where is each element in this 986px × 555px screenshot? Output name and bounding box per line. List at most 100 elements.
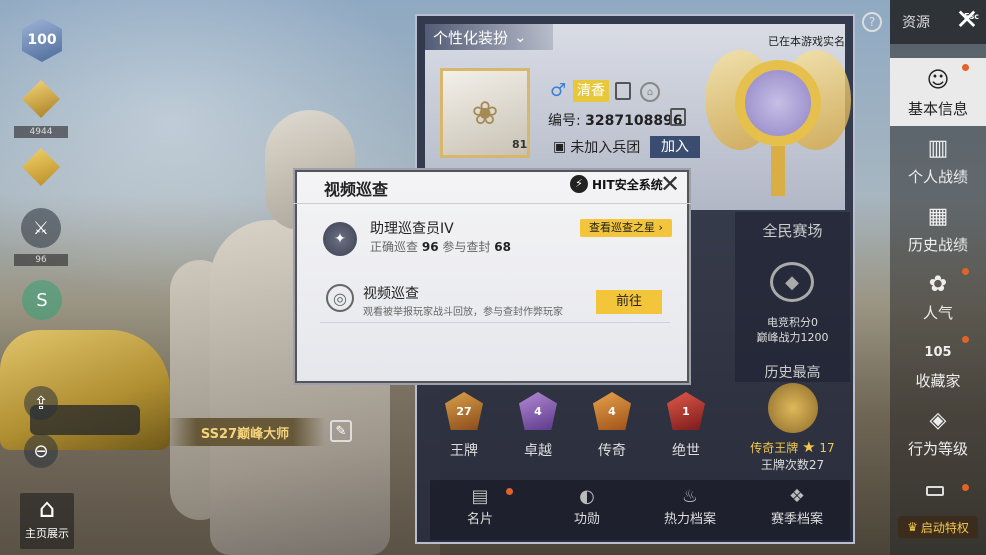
notification-dot	[962, 484, 969, 491]
patrol-rank-title: 助理巡查员IV	[370, 221, 454, 237]
flame-icon: ♨	[681, 486, 699, 507]
edit-icon: ✎	[335, 423, 347, 439]
id-card-icon: ▤	[471, 486, 489, 507]
sidebar-item-basic-info[interactable]: ☺ 基本信息	[890, 58, 986, 126]
notification-dot	[962, 336, 969, 343]
s-shield-icon: S	[36, 289, 48, 311]
crown-icon: ♛	[907, 520, 918, 534]
weapon-level: 96	[14, 254, 68, 266]
mode-title[interactable]: 全民赛场	[735, 220, 850, 241]
sidebar-item-personal-record[interactable]: ▥ 个人战绩	[890, 126, 986, 194]
esports-score: 电竞积分0	[767, 316, 818, 329]
tier-excellent[interactable]: 4 卓越	[508, 392, 568, 460]
tier-excellent-label: 卓越	[524, 443, 552, 459]
tier-ace-label: 王牌	[450, 443, 478, 459]
tab-season-archive[interactable]: ❖ 赛季档案	[747, 486, 847, 527]
title-plate[interactable]: SS27巅峰大师	[165, 418, 325, 446]
dialog-divider	[320, 322, 670, 323]
target-icon: ◎	[326, 284, 354, 312]
mode-score: 电竞积分0 巅峰战力1200	[735, 315, 850, 345]
launch-privilege-label: 启动特权	[920, 520, 969, 535]
squad-row: ▣ 未加入兵团	[553, 137, 640, 157]
ban-label: 参与查封	[442, 240, 491, 254]
card-icon[interactable]	[926, 486, 944, 496]
rank-badge-gold[interactable]	[18, 76, 64, 122]
dialog-close-button[interactable]: ✕	[660, 172, 680, 196]
season-emblem	[705, 40, 851, 215]
share-button[interactable]: ⇪	[24, 386, 58, 420]
copy-id-icon[interactable]	[670, 108, 686, 126]
correct-label: 正确巡查	[370, 240, 419, 254]
sidebar-label-popularity: 人气	[922, 304, 953, 322]
notification-dot	[962, 64, 969, 71]
share-icon: ⇪	[33, 392, 49, 414]
home-icon: ⌂	[38, 494, 56, 524]
rank-value: 4944	[14, 126, 68, 138]
esc-label: Esc	[964, 12, 979, 21]
sidebar-item-history-record[interactable]: ▦ 历史战绩	[890, 194, 986, 262]
shield-badge[interactable]: S	[22, 280, 62, 320]
tab-heat-archive[interactable]: ♨ 热力档案	[640, 486, 740, 527]
question-icon: ?	[868, 15, 876, 29]
sidebar-item-behavior-level[interactable]: ◈ 行为等级	[890, 398, 986, 466]
help-button[interactable]: ?	[862, 12, 882, 32]
squad-text: 未加入兵团	[570, 140, 641, 156]
home-show-button[interactable]: ⌂ 主页展示	[20, 493, 74, 549]
sidebar-label-basic-info: 基本信息	[907, 100, 968, 118]
player-id: 编号: 3287108896	[548, 110, 683, 130]
tab-merit[interactable]: ◐ 功勋	[537, 486, 637, 527]
ace-count: 王牌次数27	[760, 458, 825, 472]
sidebar-item-popularity[interactable]: ✿ 人气	[890, 262, 986, 330]
squad-icon: ▣	[553, 139, 567, 155]
patrol-rank-icon: ✦	[323, 222, 357, 256]
tab-card[interactable]: ▤ 名片	[430, 486, 530, 527]
chevron-right-icon: ›	[658, 221, 663, 234]
weapon-badge[interactable]: ⚔	[21, 208, 61, 248]
history-rank: 传奇王牌 ★ 17	[735, 438, 850, 456]
tab-card-label: 名片	[466, 512, 493, 527]
dialog-title: 视频巡查	[324, 180, 389, 199]
mode-rank-icon: ◆	[770, 262, 814, 302]
go-button[interactable]: 前往	[596, 290, 662, 314]
zoom-out-button[interactable]: ⊖	[24, 434, 58, 468]
chart-icon: ▥	[927, 136, 949, 161]
popularity-icon: ✿	[928, 272, 948, 297]
notification-dot	[962, 268, 969, 275]
peak-power: 巅峰战力1200	[756, 331, 829, 344]
tier-legend[interactable]: 4 传奇	[582, 392, 642, 460]
user-icon: ☺	[926, 68, 950, 93]
tier-mini-icon: ⌂	[640, 82, 660, 102]
avatar-level: 81	[512, 138, 528, 151]
launch-privilege-button[interactable]: ♛ 启动特权	[898, 516, 978, 538]
zoom-out-icon: ⊖	[33, 440, 49, 462]
wings-icon: ❖	[788, 486, 806, 507]
video-patrol-description: 观看被举报玩家战斗回放，参与查封作弊玩家	[363, 307, 563, 318]
home-show-label: 主页展示	[25, 527, 69, 540]
tab-heat-label: 热力档案	[663, 512, 716, 527]
tier-peerless[interactable]: 1 绝世	[656, 392, 716, 460]
video-patrol-title: 视频巡查	[363, 286, 419, 302]
history-rank-icon	[768, 383, 818, 433]
tier-excellent-num: 4	[519, 392, 557, 430]
lightning-badge[interactable]	[18, 144, 64, 190]
notification-dot	[506, 488, 513, 495]
tier-ace[interactable]: 27 王牌	[434, 392, 494, 460]
hit-logo-icon: ⚡	[570, 175, 588, 193]
view-patrol-star-button[interactable]: 查看巡查之星 ›	[580, 219, 672, 237]
emblem-stem	[771, 146, 785, 196]
behavior-icon: ◈	[929, 408, 947, 433]
edit-button[interactable]: ✎	[330, 420, 352, 442]
view-patrol-star-label: 查看巡查之星	[589, 221, 656, 234]
avatar-image-icon: ❀	[471, 94, 499, 132]
close-button[interactable]: ✕	[952, 6, 982, 36]
history-rank-label: 传奇王牌	[750, 441, 799, 455]
join-button[interactable]: 加入	[650, 136, 700, 158]
personalize-tab[interactable]: 个性化装扮 ⌄	[425, 24, 553, 50]
resources-label[interactable]: 资源	[902, 12, 930, 32]
sidebar-label-behavior-level: 行为等级	[907, 440, 968, 458]
id-value: 3287108896	[585, 113, 683, 129]
sidebar-item-collector[interactable]: 105 收藏家	[890, 330, 986, 398]
copy-name-icon[interactable]	[615, 82, 631, 100]
tier-peerless-num: 1	[667, 392, 705, 430]
collector-badge-icon: 105	[924, 345, 952, 360]
